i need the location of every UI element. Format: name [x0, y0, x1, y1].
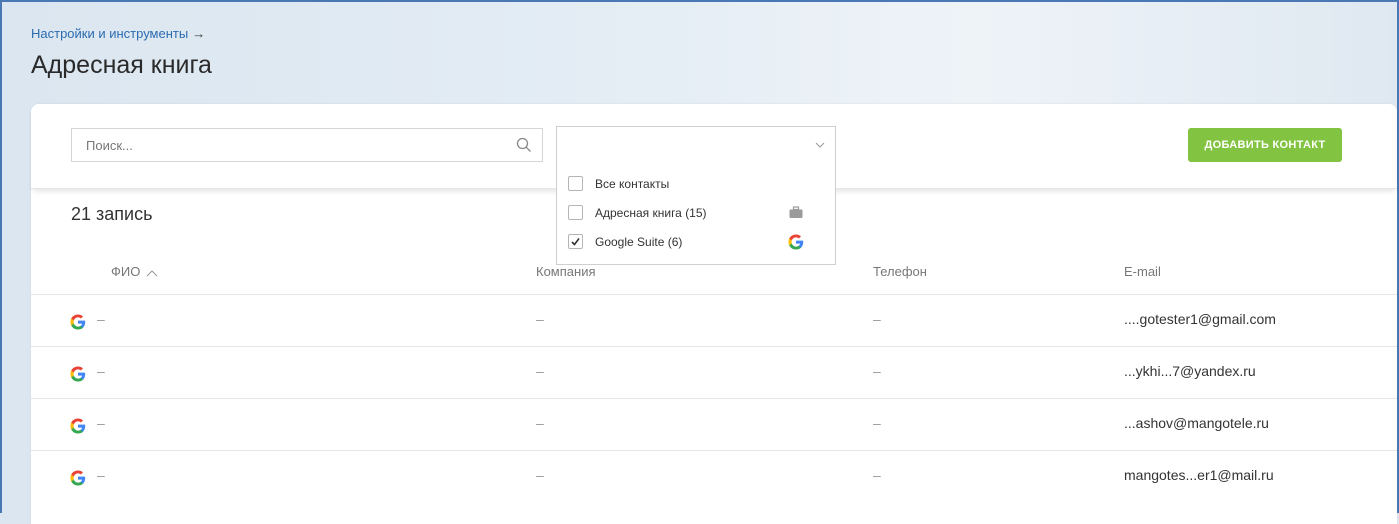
cell-company: –: [536, 311, 544, 327]
cell-name: –: [97, 311, 105, 327]
window-border-left: [0, 0, 2, 513]
cell-phone: –: [873, 415, 881, 431]
column-header-label: ФИО: [111, 264, 141, 279]
cell-phone: –: [873, 363, 881, 379]
cell-company: –: [536, 363, 544, 379]
filter-option-google-suite[interactable]: Google Suite (6): [568, 233, 828, 253]
record-count: 21 запись: [71, 204, 153, 224]
cell-email: ....gotester1@gmail.com: [1124, 311, 1276, 327]
google-icon: [70, 366, 86, 382]
filter-option-label: Адресная книга (15): [595, 206, 707, 220]
filter-option-address-book[interactable]: Адресная книга (15): [568, 204, 828, 224]
google-icon: [788, 234, 804, 250]
cell-phone: –: [873, 467, 881, 483]
cell-company: –: [536, 415, 544, 431]
google-icon: [70, 418, 86, 434]
cell-name: –: [97, 363, 105, 379]
breadcrumb: Настройки и инструменты →: [31, 26, 205, 41]
filter-option-all[interactable]: Все контакты: [568, 175, 828, 195]
google-icon: [70, 314, 86, 330]
column-header-email[interactable]: E-mail: [1124, 264, 1161, 279]
column-header-name[interactable]: ФИО: [111, 264, 158, 279]
breadcrumb-link-settings[interactable]: Настройки и инструменты: [31, 26, 188, 41]
table-row[interactable]: – – – ...ykhi...7@yandex.ru: [31, 346, 1397, 399]
table-row[interactable]: – – – ...ashov@mangotele.ru: [31, 398, 1397, 451]
cell-company: –: [536, 467, 544, 483]
page-title: Адресная книга: [31, 51, 212, 79]
cell-email: ...ashov@mangotele.ru: [1124, 415, 1269, 431]
briefcase-icon: [789, 206, 803, 218]
source-filter-select[interactable]: [556, 126, 836, 164]
cell-email: mangotes...er1@mail.ru: [1124, 467, 1274, 483]
cell-email: ...ykhi...7@yandex.ru: [1124, 363, 1256, 379]
sort-asc-icon[interactable]: [146, 269, 158, 277]
search-input[interactable]: [84, 137, 508, 154]
source-filter-dropdown: Все контакты Адресная книга (15) Google …: [556, 163, 836, 265]
checkmark-icon: [571, 238, 580, 246]
table-row[interactable]: – – – mangotes...er1@mail.ru: [31, 450, 1397, 503]
column-header-phone[interactable]: Телефон: [873, 264, 927, 279]
breadcrumb-arrow: →: [192, 26, 206, 41]
window-border-top: [0, 0, 1399, 2]
add-contact-button[interactable]: ДОБАВИТЬ КОНТАКТ: [1188, 128, 1342, 162]
cell-phone: –: [873, 311, 881, 327]
checkbox[interactable]: [568, 205, 583, 220]
checkbox-checked[interactable]: [568, 234, 583, 249]
cell-name: –: [97, 467, 105, 483]
google-icon: [70, 470, 86, 486]
contacts-card: ДОБАВИТЬ КОНТАКТ Все контакты Адресная к…: [31, 104, 1397, 524]
cell-name: –: [97, 415, 105, 431]
chevron-down-icon: [815, 142, 825, 148]
filter-option-label: Google Suite (6): [595, 235, 683, 249]
table-row[interactable]: – – – ....gotester1@gmail.com: [31, 294, 1397, 347]
column-header-company[interactable]: Компания: [536, 264, 596, 279]
checkbox[interactable]: [568, 176, 583, 191]
filter-option-label: Все контакты: [595, 177, 670, 191]
search-box: [71, 128, 543, 162]
search-icon[interactable]: [516, 137, 532, 153]
